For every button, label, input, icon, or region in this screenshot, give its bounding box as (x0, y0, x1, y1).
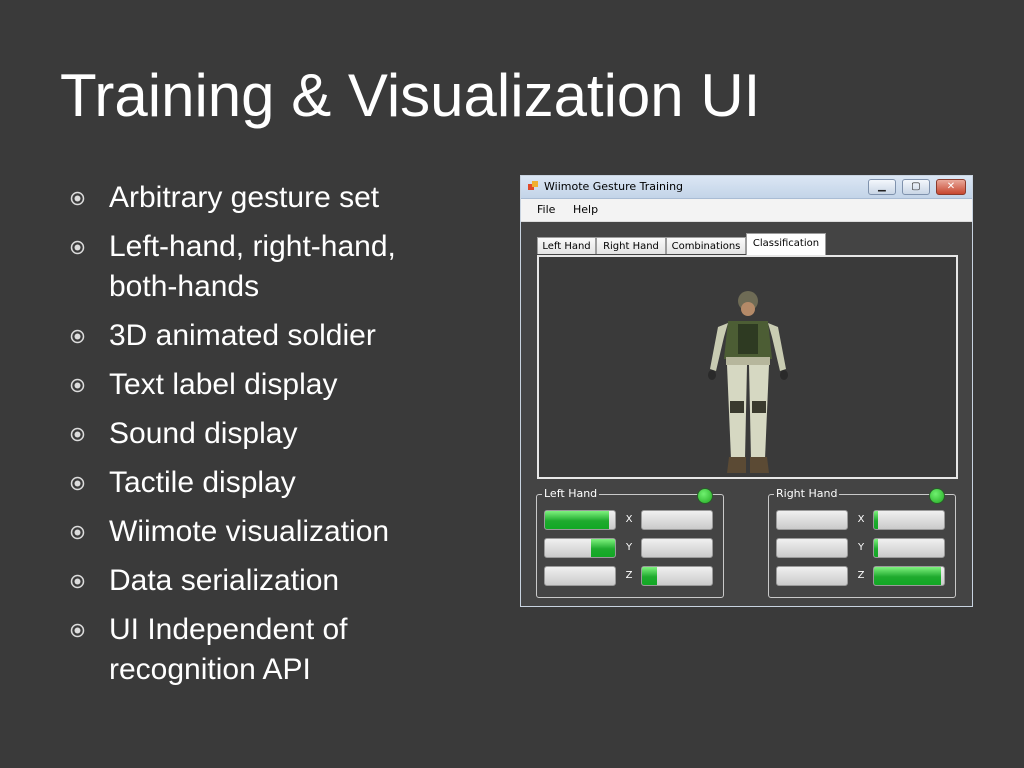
bullet-line-2: both-hands (109, 270, 260, 303)
right-accel-y-meter (776, 538, 848, 558)
bullet-line-1: Data serialization (109, 564, 340, 597)
tab-classification[interactable]: Classification (746, 233, 826, 255)
bullet-item: Data serialization (70, 561, 490, 601)
bullet-line-1: Sound display (109, 417, 298, 450)
right-gyro-x-meter (873, 510, 945, 530)
left-accel-y-meter (544, 538, 616, 558)
circled-dot-icon (70, 378, 85, 393)
circled-dot-icon (70, 191, 85, 206)
axis-label-z: Z (625, 570, 633, 581)
left-gyro-x-meter (641, 510, 713, 530)
bullet-line-2: recognition API (109, 653, 311, 686)
tab-left-hand[interactable]: Left Hand (537, 237, 596, 254)
bullet-item: Arbitrary gesture set (70, 178, 490, 218)
bullet-item: Left-hand, right-hand, both-hands (70, 227, 490, 307)
meter-fill (545, 511, 610, 529)
tab-combinations[interactable]: Combinations (666, 237, 746, 254)
right-gyro-y-meter (873, 538, 945, 558)
left-accel-z-meter (544, 566, 616, 586)
title-bar[interactable]: Wiimote Gesture Training ▁ ▢ ✕ (521, 176, 972, 199)
left-gyro-y-meter (641, 538, 713, 558)
right-gyro-z-meter (873, 566, 945, 586)
left-gyro-z-meter (641, 566, 713, 586)
minimize-button[interactable]: ▁ (867, 179, 896, 195)
meter-fill (590, 539, 615, 557)
bullet-item: UI Independent of recognition API (70, 610, 490, 690)
bullet-text: Tactile display (109, 463, 490, 503)
meter-fill (874, 511, 879, 529)
right-hand-label: Right Hand (774, 487, 840, 500)
left-hand-panel: Left Hand X Y Z (536, 487, 724, 598)
circled-dot-icon (70, 329, 85, 344)
bullet-line-1: Text label display (109, 368, 338, 401)
circled-dot-icon (70, 623, 85, 638)
bullet-line-1: Wiimote visualization (109, 515, 390, 548)
soldier-model (708, 291, 788, 473)
right-accel-z-meter (776, 566, 848, 586)
circled-dot-icon (70, 427, 85, 442)
circled-dot-icon (70, 240, 85, 255)
circled-dot-icon (70, 476, 85, 491)
bullet-text: UI Independent of recognition API (109, 610, 490, 690)
3d-viewport[interactable] (537, 255, 958, 479)
bullet-text: 3D animated soldier (109, 316, 490, 356)
maximize-button[interactable]: ▢ (901, 179, 930, 195)
bullet-line-1: Tactile display (109, 466, 296, 499)
close-button[interactable]: ✕ (936, 179, 966, 195)
tab-right-hand[interactable]: Right Hand (596, 237, 666, 254)
app-icon (528, 181, 538, 190)
bullet-text: Wiimote visualization (109, 512, 490, 552)
meter-fill (874, 539, 879, 557)
right-hand-status-led (929, 488, 945, 504)
axis-label-y: Y (857, 542, 865, 553)
bullet-line-1: UI Independent of (109, 613, 348, 646)
bullet-text: Arbitrary gesture set (109, 178, 490, 218)
left-hand-status-led (697, 488, 713, 504)
left-hand-label: Left Hand (542, 487, 600, 500)
menu-bar: File Help (521, 199, 972, 222)
bullet-line-1: Left-hand, right-hand, (109, 230, 396, 263)
bullet-line-1: Arbitrary gesture set (109, 181, 380, 214)
bullet-text: Left-hand, right-hand, both-hands (109, 227, 490, 307)
close-icon: ✕ (946, 181, 956, 192)
axis-label-z: Z (857, 570, 865, 581)
slide-title: Training & Visualization UI (60, 62, 761, 129)
bullet-list: Arbitrary gesture set Left-hand, right-ha… (70, 178, 490, 699)
bullet-item: 3D animated soldier (70, 316, 490, 356)
bullet-item: Sound display (70, 414, 490, 454)
right-hand-panel: Right Hand X Y Z (768, 487, 956, 598)
minimize-icon: ▁ (877, 181, 886, 192)
bullet-item: Tactile display (70, 463, 490, 503)
bullet-text: Data serialization (109, 561, 490, 601)
left-accel-x-meter (544, 510, 616, 530)
right-accel-x-meter (776, 510, 848, 530)
axis-label-x: X (625, 514, 633, 525)
bullet-line-1: 3D animated soldier (109, 319, 376, 352)
meter-fill (642, 567, 658, 585)
bullet-text: Text label display (109, 365, 490, 405)
menu-help[interactable]: Help (573, 203, 598, 216)
axis-label-x: X (857, 514, 865, 525)
menu-file[interactable]: File (537, 203, 555, 216)
circled-dot-icon (70, 574, 85, 589)
bullet-item: Text label display (70, 365, 490, 405)
meter-fill (874, 567, 941, 585)
circled-dot-icon (70, 525, 85, 540)
window-controls: ▁ ▢ ✕ (867, 179, 966, 198)
axis-label-y: Y (625, 542, 633, 553)
window-title: Wiimote Gesture Training (544, 180, 684, 193)
app-window: Wiimote Gesture Training ▁ ▢ ✕ File Help… (520, 175, 973, 607)
bullet-item: Wiimote visualization (70, 512, 490, 552)
maximize-icon: ▢ (911, 181, 921, 192)
bullet-text: Sound display (109, 414, 490, 454)
